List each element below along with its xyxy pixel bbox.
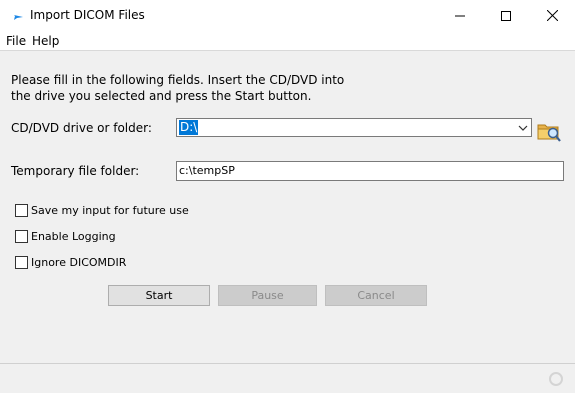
maximize-icon [501, 10, 511, 21]
folder-search-icon[interactable] [536, 118, 562, 144]
pause-button[interactable]: Pause [218, 285, 317, 306]
app-icon [9, 10, 23, 20]
close-button[interactable] [529, 0, 575, 31]
enable-logging-checkbox[interactable] [15, 230, 28, 243]
close-icon [546, 10, 558, 21]
maximize-button[interactable] [483, 0, 529, 31]
menu-help[interactable]: Help [32, 34, 59, 48]
ignore-dicomdir-checkbox[interactable] [15, 256, 28, 269]
cancel-button[interactable]: Cancel [325, 285, 427, 306]
minimize-button[interactable] [437, 0, 483, 31]
chevron-down-icon[interactable] [517, 122, 529, 134]
drive-label: CD/DVD drive or folder: [11, 121, 152, 135]
window-title: Import DICOM Files [30, 8, 145, 22]
temp-folder-input[interactable] [179, 164, 559, 177]
menu-bar: File Help [0, 31, 575, 51]
ignore-dicomdir-label[interactable]: Ignore DICOMDIR [31, 256, 126, 269]
save-input-label[interactable]: Save my input for future use [31, 204, 189, 217]
busy-spinner-icon [549, 372, 563, 386]
temp-folder-label: Temporary file folder: [11, 164, 140, 178]
temp-folder-field[interactable] [176, 161, 564, 181]
instructions-text: Please fill in the following fields. Ins… [11, 72, 371, 104]
instructions-line-2: the drive you selected and press the Sta… [11, 89, 312, 103]
drive-combobox[interactable]: D:\ [176, 118, 532, 137]
title-bar: Import DICOM Files [0, 0, 575, 31]
start-button[interactable]: Start [108, 285, 210, 306]
menu-file[interactable]: File [6, 34, 26, 48]
instructions-line-1: Please fill in the following fields. Ins… [11, 73, 345, 87]
save-input-checkbox[interactable] [15, 204, 28, 217]
drive-value: D:\ [179, 120, 199, 135]
status-bar [0, 363, 575, 393]
enable-logging-label[interactable]: Enable Logging [31, 230, 116, 243]
minimize-icon [455, 15, 465, 16]
